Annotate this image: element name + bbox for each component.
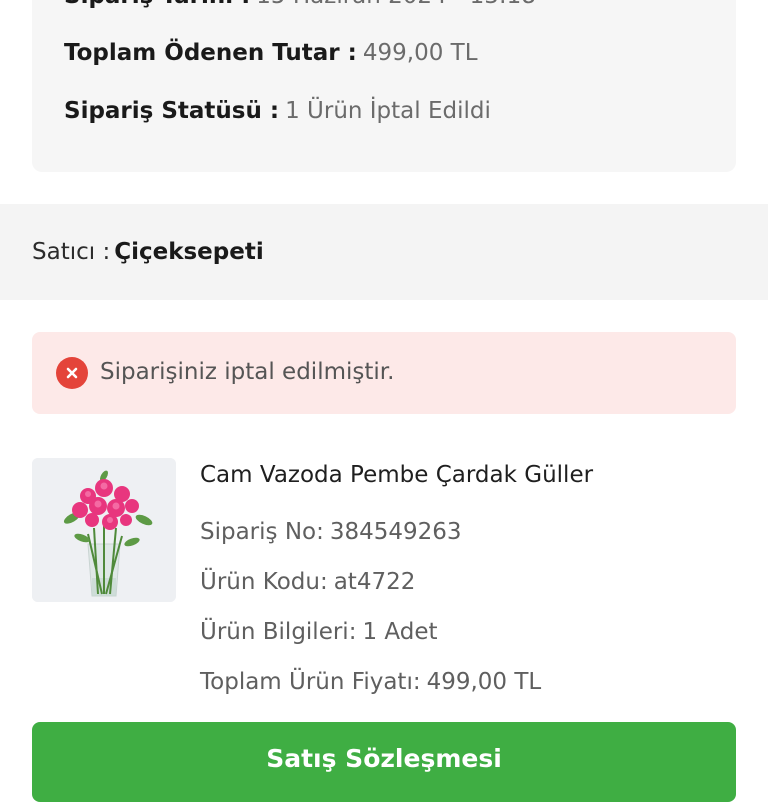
product-image[interactable] — [32, 458, 176, 602]
product-info-label: Ürün Bilgileri: — [200, 619, 357, 645]
seller-info: Satıcı : Çiçeksepeti — [32, 239, 264, 265]
total-paid-label: Toplam Ödenen Tutar : — [64, 40, 357, 66]
sales-contract-button[interactable]: Satış Sözleşmesi — [32, 722, 736, 802]
order-status-label: Sipariş Statüsü : — [64, 98, 280, 124]
order-number-line: Sipariş No: 384549263 — [200, 519, 462, 545]
product-info-line: Ürün Bilgileri: 1 Adet — [200, 619, 438, 645]
seller-name[interactable]: Çiçeksepeti — [114, 239, 264, 265]
product-total-label: Toplam Ürün Fiyatı: — [200, 669, 421, 695]
order-date-row: Sipariş Tarihi : 15 Haziran 2024 - 13:18 — [64, 0, 536, 9]
order-number-label: Sipariş No: — [200, 519, 324, 545]
product-title[interactable]: Cam Vazoda Pembe Çardak Güller — [200, 462, 593, 488]
product-code-value: at4722 — [333, 569, 416, 595]
product-code-line: Ürün Kodu: at4722 — [200, 569, 415, 595]
order-status-row: Sipariş Statüsü :1 Ürün İptal Edildi — [64, 98, 491, 124]
seller-bar: Satıcı : Çiçeksepeti — [0, 204, 768, 300]
total-paid-value: 499,00 TL — [362, 40, 478, 66]
product-info-value: 1 Adet — [362, 619, 438, 645]
rose-bouquet-image — [32, 458, 176, 602]
product-total-line: Toplam Ürün Fiyatı: 499,00 TL — [200, 669, 541, 695]
close-circle-icon — [56, 357, 88, 389]
product-total-value: 499,00 TL — [426, 669, 542, 695]
alert-message: Siparişiniz iptal edilmiştir. — [100, 359, 395, 385]
seller-label: Satıcı : — [32, 239, 111, 265]
order-date-label: Sipariş Tarihi : — [64, 0, 250, 9]
cancel-alert: Siparişiniz iptal edilmiştir. — [32, 332, 736, 414]
product-code-label: Ürün Kodu: — [200, 569, 328, 595]
order-number-value: 384549263 — [329, 519, 462, 545]
order-summary-card: Sipariş Tarihi :15 Haziran 2024 - 13:18 … — [32, 0, 736, 172]
order-status-value: 1 Ürün İptal Edildi — [285, 98, 491, 124]
order-date-value: 15 Haziran 2024 - 13:18 — [256, 0, 536, 9]
total-paid-row: Toplam Ödenen Tutar :499,00 TL — [64, 40, 478, 66]
